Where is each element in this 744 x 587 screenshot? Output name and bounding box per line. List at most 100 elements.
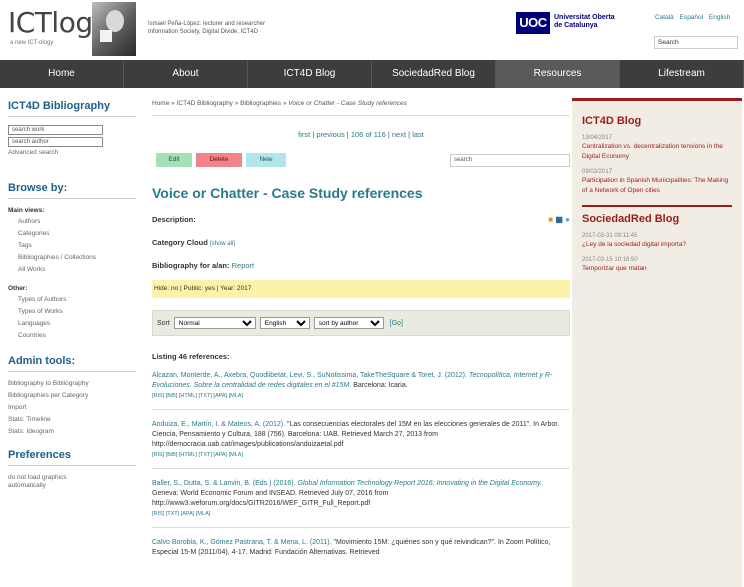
reference-authors[interactable]: Alcazan, Monterde, A., Axebra, Quodlibet… [152,372,467,379]
pager-previous[interactable]: previous [316,130,344,139]
go-button[interactable]: [Go] [390,320,403,327]
reference-item: Baller, S., Dutta, S. & Lanvin, B. (Eds.… [152,479,570,528]
ict4d-blog-title[interactable]: ICT4D Blog [582,115,732,127]
blog-post-link[interactable]: ¿Ley de la sociedad digital importa? [582,241,686,248]
nav-about[interactable]: About [124,60,248,88]
blog-post-link[interactable]: Centralization vs. decentralization tens… [582,143,723,160]
pager-position-text[interactable]: 106 of 116 [351,130,386,139]
rss-icon[interactable]: ■ [548,215,553,224]
blog-post-date: 13/04/2017 [582,135,613,141]
reference-rest: Geneva: World Economic Forum and INSEAD.… [152,490,389,507]
link-languages[interactable]: Languages [18,320,136,327]
twitter-icon[interactable]: ● [565,215,570,224]
reference-export-links[interactable]: [RIS] [BiB] [HTML] [TXT] [APA] [MLA] [152,391,570,401]
pager-last[interactable]: last [412,130,424,139]
pager: first | previous | 106 of 116 | next | l… [298,130,424,139]
lang-espanol[interactable]: Español [680,14,704,21]
blog-post-date: 2017-03-15 10:16:50 [582,257,638,263]
sidebar-divider [582,205,732,207]
sidebar-title[interactable]: ICT4D Bibliography [8,100,136,117]
pref-no-graphics-line-2[interactable]: automatically [8,482,136,489]
portrait-face [106,10,124,32]
uoc-logo[interactable]: UOC [516,12,550,34]
link-all-works[interactable]: All Works [18,266,136,273]
main-search-input[interactable]: search [450,154,570,167]
breadcrumb-bibliography[interactable]: ICT4D Bibliography [177,100,233,107]
link-authors[interactable]: Authors [18,218,136,225]
delicious-icon[interactable]: ▦ [555,215,563,224]
link-types-authors[interactable]: Types of Authors [18,296,136,303]
link-stats-timeline[interactable]: Stats: Timeline [8,416,136,423]
nav-ict4d-blog[interactable]: ICT4D Blog [248,60,372,88]
nav-resources[interactable]: Resources [496,60,620,88]
pref-no-graphics-line-1[interactable]: do not load graphics [8,474,136,481]
pager-first[interactable]: first [298,130,310,139]
nav-lifestream[interactable]: Lifestream [620,60,744,88]
blog-post-link[interactable]: Participation in Spanish Municipalities:… [582,177,728,194]
uoc-name[interactable]: Universitat Oberta de Catalunya [554,14,615,30]
new-button[interactable]: New [246,153,286,167]
browse-title: Browse by: [8,182,136,199]
reference-authors[interactable]: Anduiza, E., Martín, I. & Mateos, A. (20… [152,421,285,428]
sociedadred-blog-title[interactable]: SociedadRed Blog [582,213,732,225]
blog-post-link[interactable]: Temporizar que matan [582,265,647,272]
link-bibliographies[interactable]: Bibliographies / Collections [18,254,136,261]
link-tags[interactable]: Tags [18,242,136,249]
reference-export-links[interactable]: [RIS] [TXT] [APA] [MLA] [152,509,570,519]
main-nav: Home About ICT4D Blog SociedadRed Blog R… [0,60,744,88]
sort-controls: Sort Normal English sort by author [Go] [152,310,570,336]
sort-by-select[interactable]: sort by author [313,317,384,329]
main-content: Home » ICT4D Bibliography » Bibliographi… [152,100,570,566]
link-categories[interactable]: Categories [18,230,136,237]
site-search-input[interactable]: Search [654,36,738,49]
category-cloud-label: Category Cloud [152,238,208,247]
breadcrumb-home[interactable]: Home [152,100,169,107]
reference-export-links[interactable]: [RIS] [BiB] [HTML] [TXT] [APA] [MLA] [152,450,570,460]
bib-for-label: Bibliography for a/an: [152,261,230,270]
lang-english[interactable]: English [709,14,730,21]
edit-button[interactable]: Edit [156,153,192,167]
site-header: ICTlogy a new ICT-ology Ismael Peña-Lópe… [0,0,744,58]
link-stats-ideogram[interactable]: Stats: Ideogram [8,428,136,435]
preferences-title: Preferences [8,449,136,466]
sort-mode-select[interactable]: Normal [173,317,256,329]
uoc-name-line-2: de Catalunya [554,22,598,29]
nav-home[interactable]: Home [0,60,124,88]
action-buttons: Edit Delete New search [152,153,570,169]
breadcrumb-bibliographies[interactable]: Bibliographies [240,100,281,107]
owner-line-2: Information Society, Digital Divide, ICT… [148,29,258,35]
right-sidebar: ICT4D Blog 13/04/2017 Centralization vs.… [572,98,742,587]
reference-rest: Barcelona: Icaria. [353,382,408,389]
search-work-input[interactable]: search work [8,125,103,135]
category-cloud-show-all[interactable]: [show all] [210,241,235,247]
delete-button[interactable]: Delete [196,153,242,167]
pager-next[interactable]: next [392,130,406,139]
lang-catala[interactable]: Català [655,14,674,21]
description-field: Description: ■ ▦ ● [152,215,570,224]
search-author-input[interactable]: search author [8,137,103,147]
link-import[interactable]: Import [8,404,136,411]
owner-line-1: Ismael Peña-López: lecturer and research… [148,21,266,27]
reference-authors[interactable]: Calvo Borobia, K., Gómez Pastrana, T. & … [152,539,332,546]
reference-item: Alcazan, Monterde, A., Axebra, Quodlibet… [152,371,570,410]
reference-item: Anduiza, E., Martín, I. & Mateos, A. (20… [152,420,570,469]
uoc-name-line-1: Universitat Oberta [554,14,615,21]
blog-post-date: 09/03/2017 [582,169,613,175]
nav-sociedadred-blog[interactable]: SociedadRed Blog [372,60,496,88]
portrait-cup [100,30,112,42]
link-bib-to-bib[interactable]: Bibliography to Bibliography [8,380,136,387]
link-countries[interactable]: Countries [18,332,136,339]
owner-info: Ismael Peña-López: lecturer and research… [148,20,265,36]
bib-for-value[interactable]: Report [232,261,255,270]
bib-for-field: Bibliography for a/an: Report [152,261,570,270]
main-views-label: Main views: [8,207,45,214]
advanced-search-link[interactable]: Advanced search [8,149,136,156]
link-bib-per-category[interactable]: Bibliographies per Category [8,392,136,399]
link-types-works[interactable]: Types of Works [18,308,136,315]
sort-label: Sort [157,319,170,327]
language-select[interactable]: English [259,317,310,329]
reference-authors[interactable]: Baller, S., Dutta, S. & Lanvin, B. (Eds.… [152,480,296,487]
reference-title[interactable]: Global Information Technology Report 201… [298,480,542,487]
listing-count: Listing 46 references: [152,352,230,361]
logo-tagline: a new ICT-ology [10,40,54,46]
